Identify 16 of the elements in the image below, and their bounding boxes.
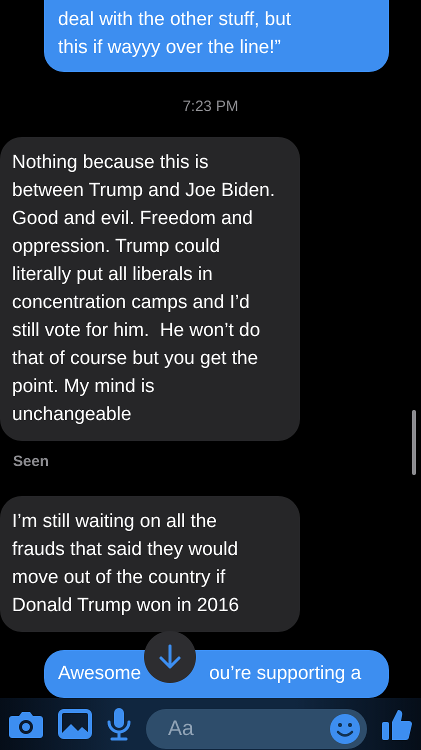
down-arrow-icon [158, 644, 182, 670]
message-text: Awesome [58, 663, 142, 684]
message-bubble: Nothing because this is between Trump and Joe Biden. Good and evil. Freedom and oppression. Trump could literally put all liberals in concentration camps and I’d still vote for him. He won’t do that of course but you get the point. My mind is unchangeable [0, 137, 300, 441]
image-icon[interactable] [58, 709, 92, 739]
message-field[interactable]: Aa [146, 709, 367, 749]
message-text: ou’re supporting a [209, 663, 362, 684]
thumbs-up-icon[interactable] [381, 707, 413, 741]
message-bubble: deal with the other stuff, but this if wayyy over the line!” [44, 0, 389, 72]
seen-status: Seen [12, 453, 50, 470]
camera-icon[interactable] [8, 709, 44, 739]
message-input[interactable]: Aa [166, 716, 329, 742]
emoji-icon[interactable] [329, 713, 361, 745]
scroll-indicator [412, 410, 416, 475]
timestamp: 7:23 PM [182, 98, 238, 115]
microphone-icon[interactable] [106, 707, 132, 741]
message-bubble: I’m still waiting on all the frauds that said they would move out of the country if Donald Trump won in 2016 [0, 496, 300, 632]
